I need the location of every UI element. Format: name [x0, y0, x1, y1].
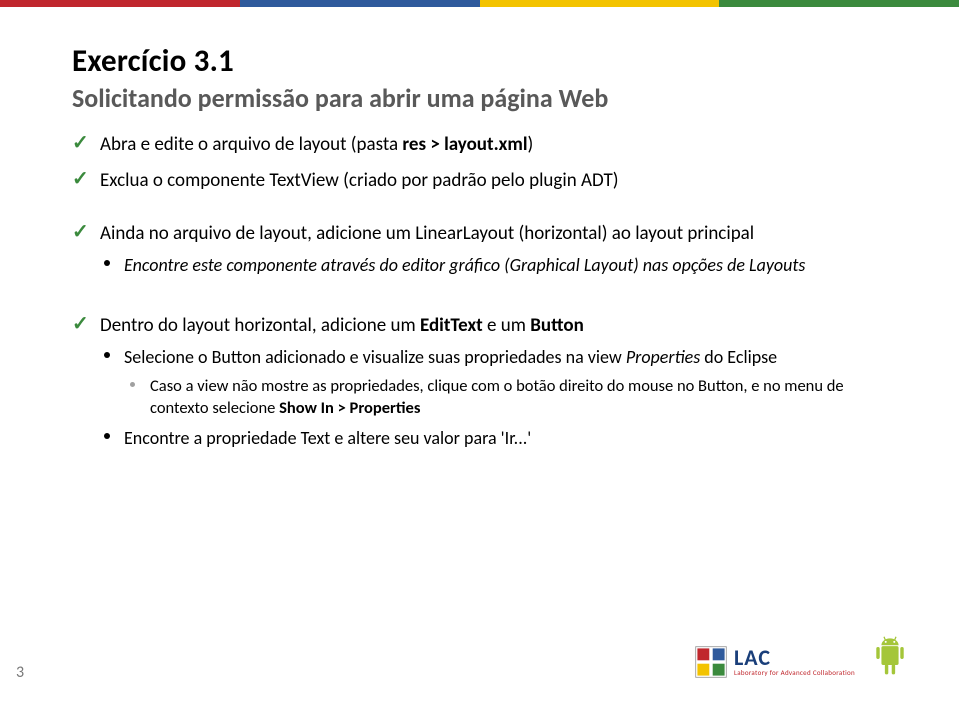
bullet-dot-icon	[104, 352, 110, 358]
slide-title: Exercício 3.1	[72, 42, 892, 80]
text: Encontre a propriedade Text e altere seu…	[124, 427, 531, 449]
check-icon: ✓	[72, 170, 90, 188]
text-bold: res > layout.xml	[402, 133, 527, 156]
bullet-item: ✓ Exclua o componente TextView (criado p…	[72, 168, 892, 194]
text: )	[528, 133, 534, 156]
sub-sub-bullet-item: Caso a view não mostre as propriedades, …	[72, 375, 892, 420]
lac-logo: LAC Laboratory for Advanced Collaboratio…	[694, 645, 855, 679]
text-bold: Button	[530, 314, 584, 337]
text: Dentro do layout horizontal, adicione um	[100, 314, 420, 337]
lac-logo-tagline: Laboratory for Advanced Collaboration	[734, 669, 855, 676]
bar-segment-red	[0, 0, 240, 7]
spacer	[72, 277, 892, 303]
text: Encontre este componente através do edit…	[124, 254, 805, 276]
text-bold: Show In > Properties	[279, 398, 420, 418]
bullet-dot-icon	[130, 382, 135, 387]
text: Abra e edite o arquivo de layout (pasta	[100, 133, 402, 156]
bar-segment-blue	[240, 0, 480, 7]
lac-logo-text: LAC Laboratory for Advanced Collaboratio…	[734, 647, 855, 676]
text: do Eclipse	[700, 346, 777, 368]
sub-bullet-item: Selecione o Button adicionado e visualiz…	[72, 345, 892, 369]
footer-logos: LAC Laboratory for Advanced Collaboratio…	[694, 635, 911, 688]
bar-segment-green	[719, 0, 959, 7]
top-color-bar	[0, 0, 959, 7]
check-icon: ✓	[72, 223, 90, 241]
content-area: Exercício 3.1 Solicitando permissão para…	[72, 42, 892, 450]
check-icon: ✓	[72, 315, 90, 333]
bullet-dot-icon	[104, 433, 110, 439]
lac-mark-icon	[694, 645, 728, 679]
sub-bullet-item: Encontre este componente através do edit…	[72, 253, 892, 277]
text-italic: Properties	[626, 346, 700, 368]
bullet-item: ✓ Ainda no arquivo de layout, adicione u…	[72, 221, 892, 247]
page-number: 3	[16, 663, 24, 682]
bullet-dot-icon	[104, 260, 110, 266]
slide: Exercício 3.1 Solicitando permissão para…	[0, 0, 959, 702]
slide-body: ✓ Abra e edite o arquivo de layout (past…	[72, 132, 892, 450]
lac-logo-name: LAC	[734, 647, 855, 669]
sub-bullet-item: Encontre a propriedade Text e altere seu…	[72, 426, 892, 450]
android-icon	[869, 635, 911, 688]
text-bold: EditText	[420, 314, 483, 337]
text: Caso a view não mostre as propriedades, …	[150, 376, 844, 418]
text: e um	[483, 314, 531, 337]
text: Exclua o componente TextView (criado por…	[100, 169, 618, 192]
bullet-item: ✓ Abra e edite o arquivo de layout (past…	[72, 132, 892, 158]
check-icon: ✓	[72, 134, 90, 152]
bullet-item: ✓ Dentro do layout horizontal, adicione …	[72, 313, 892, 339]
spacer	[72, 193, 892, 211]
text: Selecione o Button adicionado e visualiz…	[124, 346, 626, 368]
slide-subtitle: Solicitando permissão para abrir uma pág…	[72, 82, 892, 114]
bar-segment-yellow	[480, 0, 720, 7]
text: Ainda no arquivo de layout, adicione um …	[100, 222, 754, 245]
